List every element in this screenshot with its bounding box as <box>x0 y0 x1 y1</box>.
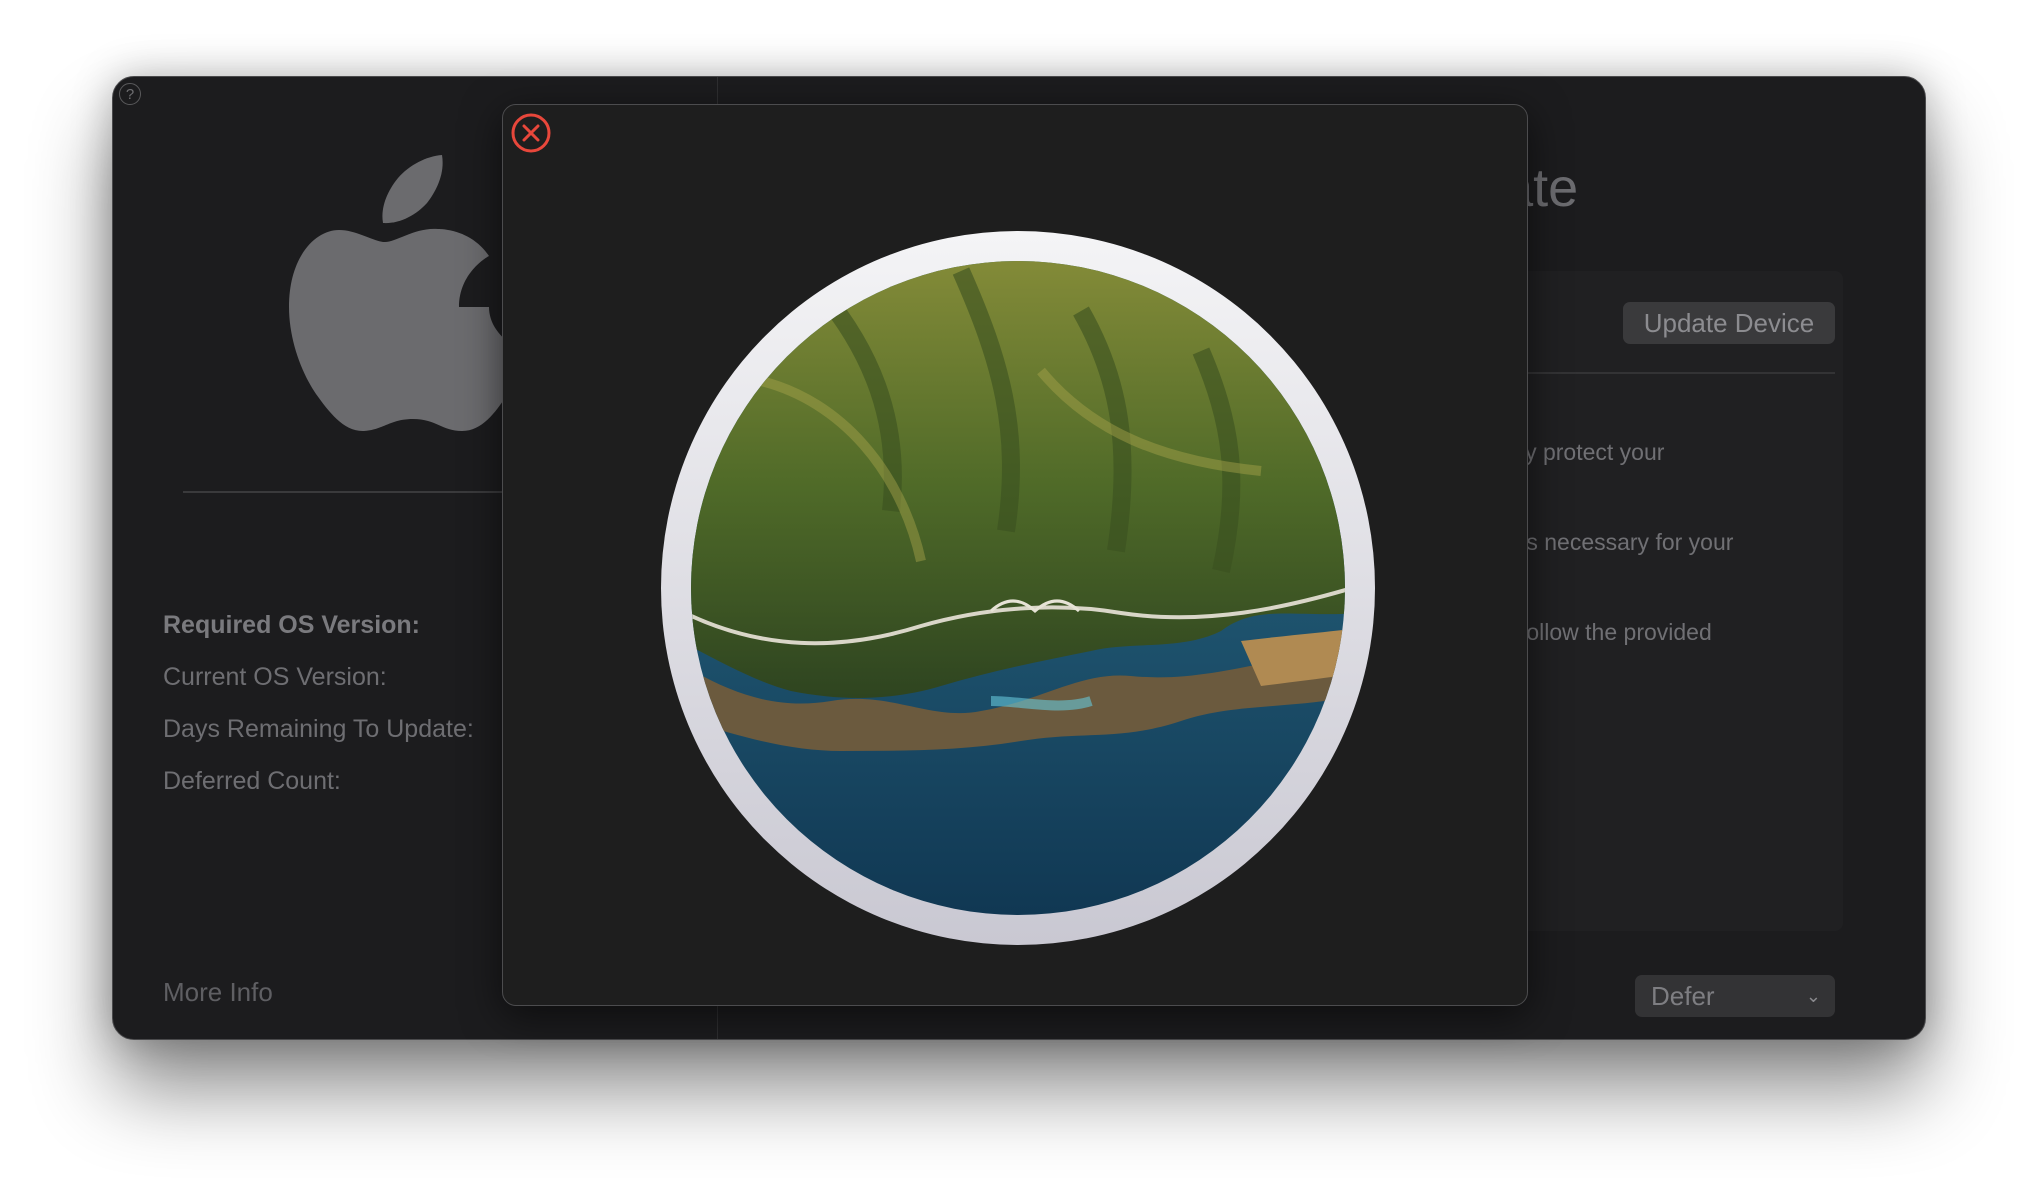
apple-logo-icon <box>289 155 527 432</box>
help-button[interactable]: ? <box>119 83 141 105</box>
defer-select-value: Defer <box>1651 981 1715 1011</box>
required-os-label: Required OS Version: <box>163 611 421 639</box>
macos-big-sur-icon <box>661 231 1375 945</box>
more-info-link[interactable]: More Info <box>163 977 273 1008</box>
defer-select[interactable]: Defer ⌄ <box>1635 975 1835 1017</box>
close-icon[interactable] <box>511 113 551 153</box>
update-device-button[interactable]: Update Device <box>1623 302 1835 344</box>
screenshot-modal <box>502 104 1528 1006</box>
deferred-count-label: Deferred Count: <box>163 767 341 795</box>
chevron-down-icon: ⌄ <box>1805 986 1821 1006</box>
days-remaining-label: Days Remaining To Update: <box>163 715 474 743</box>
current-os-label: Current OS Version: <box>163 663 387 691</box>
